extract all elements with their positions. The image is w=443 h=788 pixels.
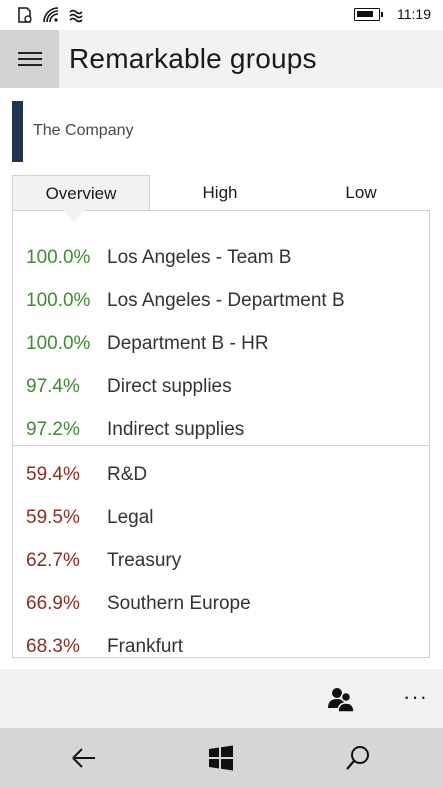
command-bar xyxy=(0,669,443,728)
list-item[interactable]: 59.4% R&D xyxy=(13,456,429,499)
group-name: Direct supplies xyxy=(107,376,232,397)
wifi-icon xyxy=(43,7,59,23)
group-value: 100.0% xyxy=(26,333,91,354)
group-name: Treasury xyxy=(107,550,182,571)
company-accent-bar xyxy=(12,101,23,162)
list-item[interactable]: 68.3% Frankfurt xyxy=(13,628,429,657)
group-name: Los Angeles - Team B xyxy=(107,247,292,268)
status-bar: 11:19 xyxy=(0,0,443,30)
notification-icon xyxy=(18,7,32,23)
list-item[interactable]: 97.2% Indirect supplies xyxy=(13,411,429,445)
list-item[interactable]: 66.9% Southern Europe xyxy=(13,585,429,628)
group-value: 66.9% xyxy=(26,593,80,614)
list-item[interactable]: 100.0% Los Angeles - Department B xyxy=(13,282,429,325)
page-title: Remarkable groups xyxy=(69,43,317,74)
bottom-groups-list[interactable]: 59.4% R&D 59.5% Legal 62.7% Treasury 66.… xyxy=(12,446,430,658)
list-item[interactable]: 97.4% Direct supplies xyxy=(13,368,429,411)
group-name: Indirect supplies xyxy=(107,419,245,440)
group-value: 59.4% xyxy=(26,464,80,485)
group-name: Department B - HR xyxy=(107,333,269,354)
company-label[interactable]: The Company xyxy=(33,122,134,140)
list-item[interactable]: 100.0% Los Angeles - Team B xyxy=(13,239,429,282)
group-value: 62.7% xyxy=(26,550,80,571)
group-name: R&D xyxy=(107,464,148,485)
group-value: 100.0% xyxy=(26,290,91,311)
tab-overview[interactable]: Overview xyxy=(12,175,150,211)
group-name: Southern Europe xyxy=(107,593,251,614)
active-tab-pointer xyxy=(63,210,85,222)
group-name: Los Angeles - Department B xyxy=(107,290,345,311)
list-item[interactable]: 62.7% Treasury xyxy=(13,542,429,585)
tab-low[interactable]: Low xyxy=(302,175,420,211)
app-header: Remarkable groups xyxy=(0,30,443,88)
group-value: 68.3% xyxy=(26,636,80,657)
more-options-button[interactable]: ··· xyxy=(403,684,428,710)
tab-strip: Overview High Low xyxy=(12,175,430,211)
windows-logo-icon[interactable] xyxy=(207,744,235,772)
hamburger-menu-button[interactable] xyxy=(0,30,59,88)
group-value: 100.0% xyxy=(26,247,91,268)
group-name: Legal xyxy=(107,507,154,528)
group-value: 97.4% xyxy=(26,376,80,397)
list-item[interactable]: 100.0% Department B - HR xyxy=(13,325,429,368)
back-arrow-icon[interactable] xyxy=(70,744,98,772)
status-left-icons xyxy=(16,6,86,24)
group-value: 97.2% xyxy=(26,419,80,440)
group-name: Frankfurt xyxy=(107,636,184,657)
group-value: 59.5% xyxy=(26,507,80,528)
status-time: 11:19 xyxy=(397,6,431,22)
list-item[interactable]: 59.5% Legal xyxy=(13,499,429,542)
search-icon[interactable] xyxy=(344,744,372,772)
tab-high[interactable]: High xyxy=(162,175,278,211)
top-groups-list[interactable]: 100.0% Los Angeles - Team B 100.0% Los A… xyxy=(12,210,430,446)
signal-icon xyxy=(69,9,83,23)
people-icon[interactable] xyxy=(326,684,356,714)
system-nav-bar xyxy=(0,728,443,788)
battery-icon xyxy=(354,8,383,21)
